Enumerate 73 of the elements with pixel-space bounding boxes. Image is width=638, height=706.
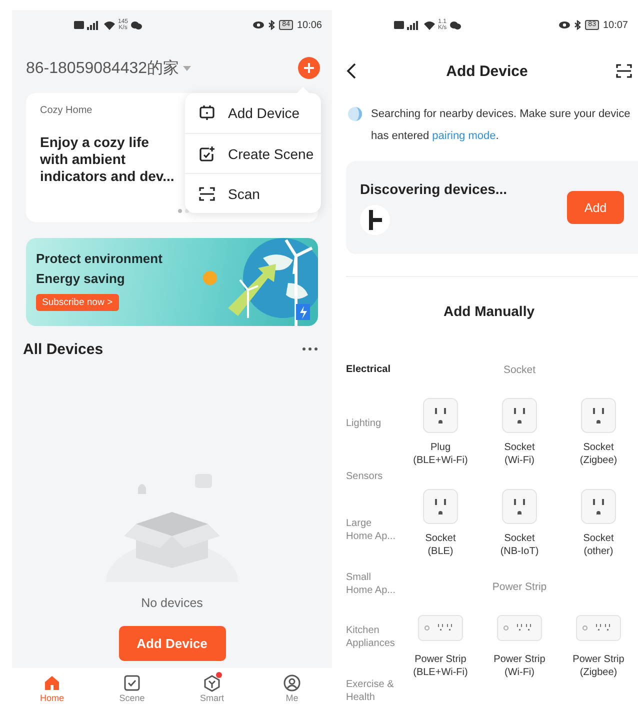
home-name[interactable]: 86-18059084432的家	[26, 58, 180, 78]
checkbox-icon	[123, 674, 141, 692]
clock: 10:07	[602, 20, 628, 30]
profile-icon	[283, 674, 301, 692]
eye-icon	[253, 21, 264, 29]
empty-message: No devices	[141, 596, 203, 610]
page-title: Add Device	[445, 62, 529, 80]
tab[interactable]: Scene	[92, 668, 172, 706]
door-lock-icon	[360, 204, 390, 234]
clock: 10:06	[296, 20, 322, 30]
scan-icon[interactable]	[616, 63, 632, 79]
category-item[interactable]: Sensors	[346, 450, 400, 504]
signal-icon	[407, 20, 421, 30]
promo-banner[interactable]: Protect environment Energy saving Subscribe now >	[26, 238, 318, 326]
device-name[interactable]: Plug (BLE+Wi-Fi)	[413, 441, 468, 467]
card-label: Cozy Home	[40, 105, 94, 116]
outlet-icon	[502, 398, 537, 433]
banner-subtitle: Energy saving	[36, 270, 126, 288]
add-scene-icon	[199, 146, 215, 162]
power-strip-icon	[497, 615, 542, 641]
back-icon[interactable]	[346, 63, 358, 79]
outlet-icon	[581, 398, 616, 433]
category-item[interactable]: Kitchen Appliances	[346, 610, 400, 664]
outlet-icon	[581, 489, 616, 524]
device-name[interactable]: Power Strip (Zigbee)	[572, 653, 624, 679]
discovery-title: Discovering devices...	[360, 180, 508, 196]
add-button[interactable]	[298, 57, 320, 79]
device-name[interactable]: Power Strip (Wi-Fi)	[494, 653, 546, 679]
tab[interactable]: Me	[252, 668, 332, 706]
device-name[interactable]: Socket (Zigbee)	[580, 441, 618, 467]
scan-icon	[199, 186, 215, 202]
hexagon-icon	[203, 674, 221, 692]
group-title: Power Strip	[491, 580, 548, 595]
category-item[interactable]: Lighting	[346, 396, 400, 450]
device-name[interactable]: Socket (NB-IoT)	[500, 532, 539, 558]
home-icon	[43, 674, 61, 692]
plus-icon	[303, 62, 315, 74]
wifi-icon	[424, 20, 435, 30]
banner-title: Protect environment	[36, 250, 162, 268]
device-name[interactable]: Socket (other)	[583, 532, 614, 558]
chat-icon	[450, 20, 461, 30]
menu-item[interactable]: Create Scene	[185, 133, 321, 173]
category-item[interactable]: Large Home Ap...	[346, 504, 400, 557]
sim-icon	[394, 21, 404, 29]
chat-icon	[131, 20, 142, 30]
device-name[interactable]: Power Strip (BLE+Wi-Fi)	[413, 653, 468, 679]
menu-item[interactable]: Scan	[185, 173, 321, 213]
searching-icon	[348, 107, 362, 121]
power-strip-icon	[576, 615, 621, 641]
sim-icon	[74, 21, 84, 29]
more-icon[interactable]	[302, 347, 318, 351]
section-title: Add Manually	[442, 303, 536, 319]
bluetooth-icon	[268, 20, 276, 30]
outlet-icon	[423, 398, 458, 433]
wifi-icon	[104, 20, 115, 30]
category-item[interactable]: Exercise & Health	[346, 664, 400, 706]
power-strip-icon	[418, 615, 463, 641]
group-title: Socket	[502, 363, 537, 378]
search-notice: Searching for nearby devices. Make sure your device has entered pairing mode.	[371, 107, 632, 144]
signal-icon	[87, 20, 101, 30]
section-title: All Devices	[23, 340, 104, 358]
menu-item[interactable]: Add Device	[185, 93, 321, 133]
tab[interactable]: Smart	[172, 668, 252, 706]
category-item[interactable]: Small Home Ap...	[346, 557, 400, 610]
bluetooth-icon	[574, 20, 582, 30]
device-name[interactable]: Socket (BLE)	[425, 532, 456, 558]
category-item[interactable]: Electrical	[346, 343, 400, 396]
device-icon	[199, 105, 215, 121]
device-name[interactable]: Socket (Wi-Fi)	[504, 441, 535, 467]
outlet-icon	[502, 489, 537, 524]
outlet-icon	[423, 489, 458, 524]
card-text: Enjoy a cozy life with ambient indicators and dev...	[40, 134, 176, 185]
eye-icon	[559, 21, 570, 29]
